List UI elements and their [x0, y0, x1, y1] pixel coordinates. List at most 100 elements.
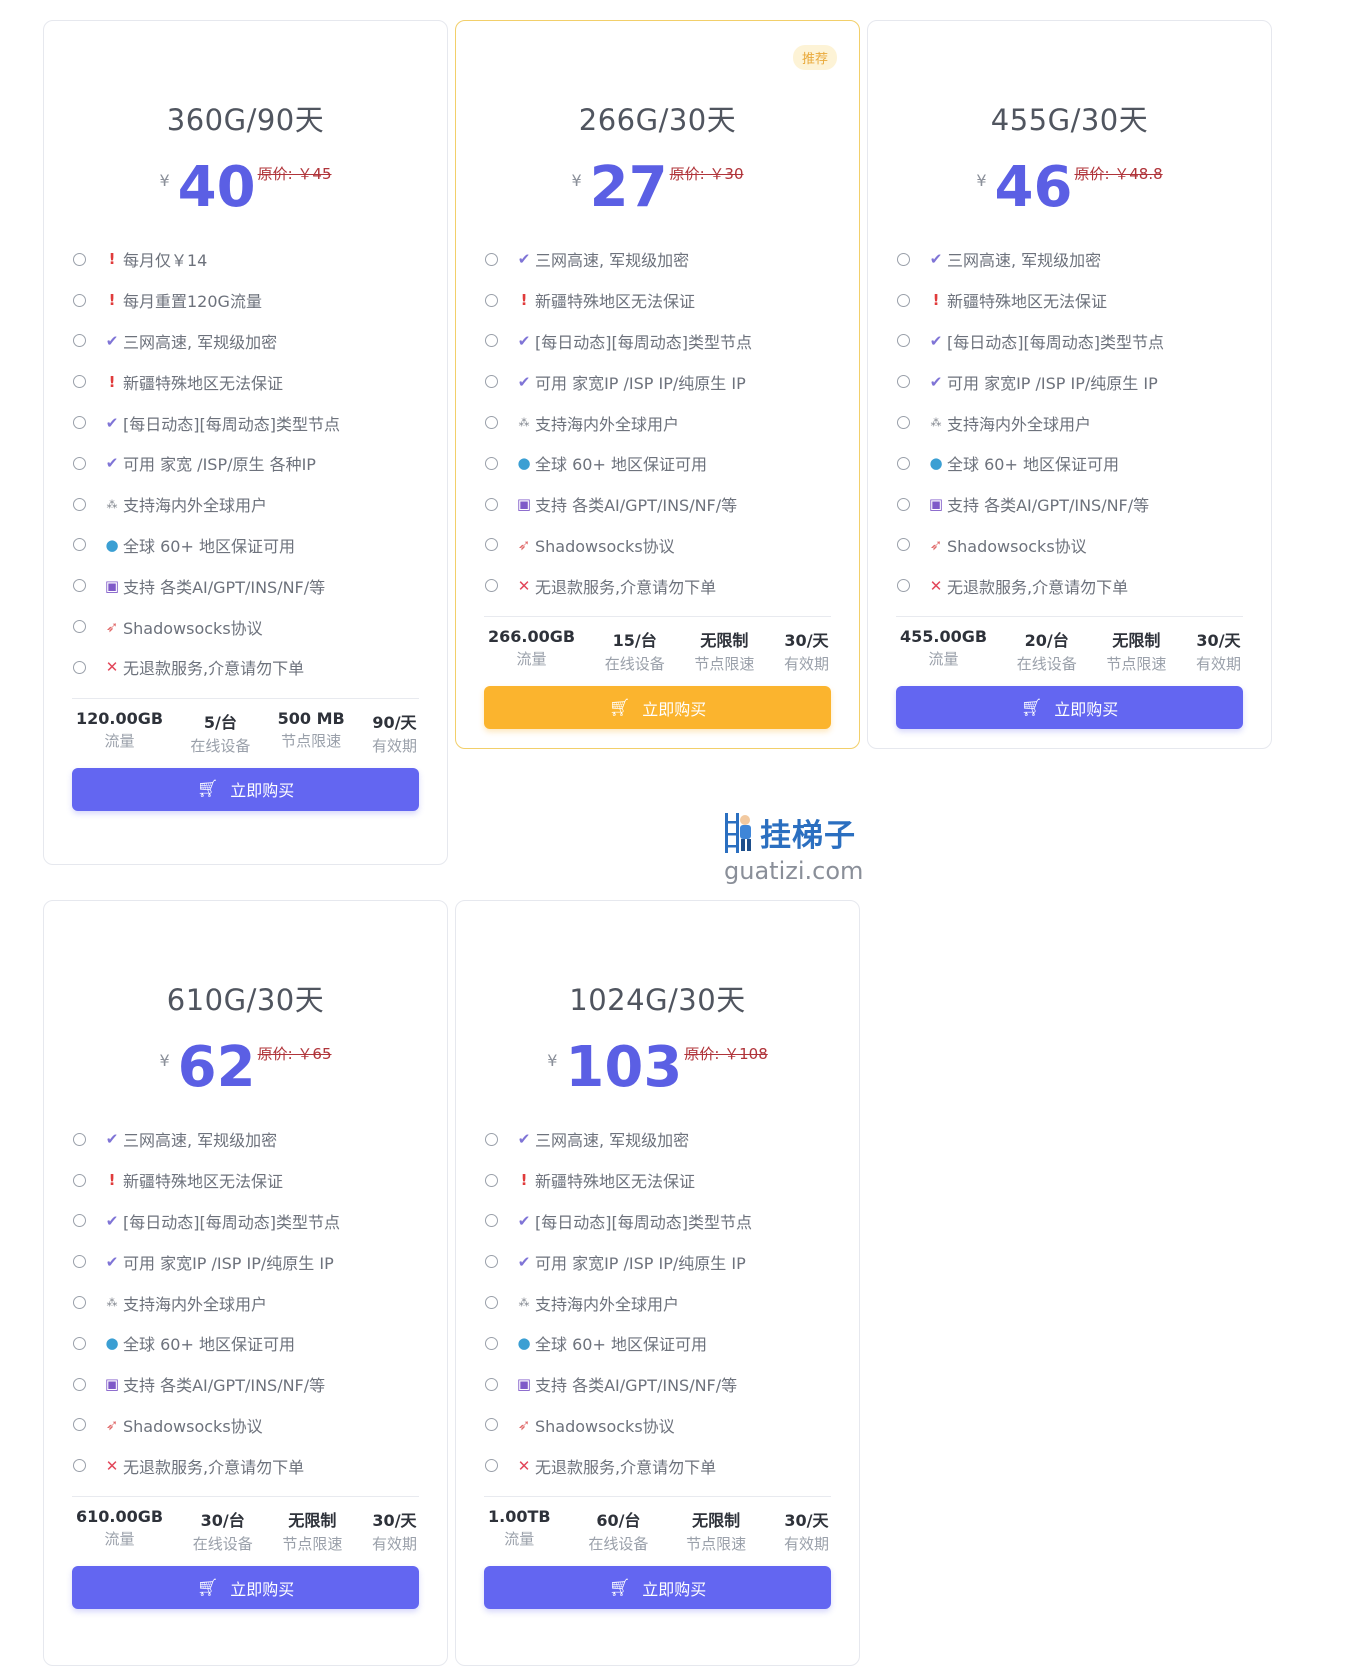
stat-devices: 30/台 在线设备 — [193, 1507, 253, 1554]
plan-title: 455G/30天 — [990, 103, 1149, 137]
feature-item: ✔ [每日动态][每周动态]类型节点 — [72, 1201, 419, 1242]
stat-traffic: 266.00GB 流量 — [488, 627, 575, 674]
bullet-icon — [73, 293, 86, 307]
bullet-icon — [897, 538, 910, 552]
feature-text: 全球 60+ 地区保证可用 — [535, 1335, 707, 1355]
bullet-icon — [73, 375, 86, 389]
feature-text: 三网高速, 军规级加密 — [535, 251, 690, 271]
stat-value: 无限制 — [692, 1511, 741, 1531]
buy-now-button[interactable]: 🛒︎ 立即购买 — [72, 1566, 419, 1610]
feature-list: ✔ 三网高速, 军规级加密 ! 新疆特殊地区无法保证 ✔ [每日动态][每周动态]类型… — [868, 239, 1271, 606]
stat-value: 无限制 — [1112, 631, 1161, 651]
feature-text: [每日动态][每周动态]类型节点 — [535, 1212, 752, 1232]
stat-value: 610.00GB — [76, 1507, 164, 1527]
original-price: 原价: ￥48.8 — [1074, 165, 1163, 183]
stat-label: 节点限速 — [281, 731, 342, 750]
feature-text: 三网高速, 军规级加密 — [535, 1131, 690, 1151]
feature-text: 新疆特殊地区无法保证 — [123, 373, 284, 393]
exclamation-icon: ! — [520, 291, 528, 310]
feature-item: ● 全球 60+ 地区保证可用 — [896, 443, 1243, 484]
feature-list: ! 每月仅￥14 ! 每月重置120G流量 ✔ 三网高速, 军规级加密 ! 新疆特殊地区… — [44, 239, 447, 688]
stat-value: 500 MB — [277, 708, 345, 728]
stat-traffic: 610.00GB 流量 — [76, 1507, 163, 1554]
plan-price: 27 — [589, 155, 668, 220]
feature-text: 新疆特殊地区无法保证 — [947, 292, 1108, 312]
feature-text: 支持 各类AI/GPT/INS/NF/等 — [947, 496, 1150, 516]
feature-text: 支持海内外全球用户 — [535, 414, 680, 434]
bullet-icon — [73, 497, 86, 511]
stat-speed-limit: 无限制 节点限速 — [1106, 627, 1166, 674]
globe-icon: ● — [929, 454, 943, 473]
buy-now-button[interactable]: 🛒︎ 立即购买 — [484, 686, 831, 730]
stat-validity: 30/天 有效期 — [784, 627, 829, 674]
feature-text: 全球 60+ 地区保证可用 — [123, 1335, 295, 1355]
feature-text: Shadowsocks协议 — [947, 536, 1087, 556]
check-icon: ✔ — [929, 250, 943, 269]
check-icon: ✔ — [517, 372, 531, 391]
robot-icon: ▣ — [104, 576, 120, 595]
stat-value: 20/台 — [1024, 631, 1069, 651]
original-price: 原价: ￥30 — [669, 165, 744, 183]
feature-item: ▣ 支持 各类AI/GPT/INS/NF/等 — [896, 484, 1243, 525]
feature-item: ✕ 无退款服务,介意请勿下单 — [484, 565, 831, 606]
buy-button-label: 立即购买 — [642, 1579, 707, 1599]
plan-card-266g: 推荐 266G/30天 ¥ 27 原价: ￥30 ✔ 三网高速, 军规级加密 ! 新… — [455, 20, 860, 749]
feature-text: 支持海内外全球用户 — [947, 414, 1092, 434]
plan-title: 610G/30天 — [166, 983, 325, 1017]
rocket-icon: ➶ — [929, 535, 943, 554]
feature-text: 新疆特殊地区无法保证 — [535, 292, 696, 312]
feature-text: 无退款服务,介意请勿下单 — [123, 659, 305, 679]
feature-item: ➶ Shadowsocks协议 — [484, 1405, 831, 1446]
stat-validity: 30/天 有效期 — [372, 1507, 417, 1554]
buy-button-label: 立即购买 — [1054, 699, 1119, 719]
bullet-icon — [485, 456, 498, 470]
bullet-icon — [73, 620, 86, 634]
feature-item: ! 新疆特殊地区无法保证 — [484, 280, 831, 321]
feature-item: ! 每月重置120G流量 — [72, 280, 419, 321]
feature-item: ✔ 可用 家宽 /ISP/原生 各种IP — [72, 443, 419, 484]
bullet-icon — [485, 579, 498, 593]
bullet-icon — [73, 660, 86, 674]
stat-value: 30/天 — [784, 631, 829, 651]
feature-text: 支持 各类AI/GPT/INS/NF/等 — [535, 1376, 738, 1396]
stat-label: 节点限速 — [694, 655, 755, 674]
exclamation-icon: ! — [520, 1171, 528, 1190]
buy-now-button[interactable]: 🛒︎ 立即购买 — [896, 686, 1243, 730]
buy-now-button[interactable]: 🛒︎ 立即购买 — [484, 1566, 831, 1610]
feature-text: 无退款服务,介意请勿下单 — [535, 577, 717, 597]
bullet-icon — [485, 497, 498, 511]
feature-item: ✔ [每日动态][每周动态]类型节点 — [72, 402, 419, 443]
currency-symbol: ¥ — [976, 171, 987, 190]
plan-card-455g: 455G/30天 ¥ 46 原价: ￥48.8 ✔ 三网高速, 军规级加密 ! 新疆… — [867, 20, 1272, 749]
feature-item: ⁂ 支持海内外全球用户 — [484, 1282, 831, 1323]
feature-text: 支持 各类AI/GPT/INS/NF/等 — [123, 577, 326, 597]
feature-item: ● 全球 60+ 地区保证可用 — [72, 525, 419, 566]
feature-text: 全球 60+ 地区保证可用 — [123, 536, 295, 556]
watermark-logo: 挂梯子 — [722, 810, 872, 855]
feature-text: 支持海内外全球用户 — [123, 496, 268, 516]
bullet-icon — [485, 293, 498, 307]
stat-label: 节点限速 — [1106, 655, 1167, 674]
rocket-icon: ➶ — [105, 617, 119, 636]
feature-item: ✔ 可用 家宽IP /ISP IP/纯原生 IP — [72, 1241, 419, 1282]
stat-value: 90/天 — [372, 712, 417, 732]
feature-list: ✔ 三网高速, 军规级加密 ! 新疆特殊地区无法保证 ✔ [每日动态][每周动态]类型… — [44, 1119, 447, 1486]
watermark: 挂梯子 guatizi.com — [722, 810, 872, 885]
feature-item: ▣ 支持 各类AI/GPT/INS/NF/等 — [72, 1364, 419, 1405]
bullet-icon — [897, 334, 910, 348]
stat-devices: 5/台 在线设备 — [190, 709, 250, 756]
feature-item: ➶ Shadowsocks协议 — [72, 606, 419, 647]
plan-card-1024g: 1024G/30天 ¥ 103 原价: ￥108 ✔ 三网高速, 军规级加密 ! 新… — [455, 900, 860, 1666]
buy-now-button[interactable]: 🛒︎ 立即购买 — [72, 767, 419, 811]
feature-item: ✔ [每日动态][每周动态]类型节点 — [896, 321, 1243, 362]
bullet-icon — [73, 1377, 86, 1391]
stat-value: 120.00GB — [76, 708, 164, 728]
watermark-brand: 挂梯子 — [760, 818, 856, 854]
divider — [484, 1496, 831, 1498]
feature-item: ! 每月仅￥14 — [72, 239, 419, 280]
bullet-icon — [73, 252, 86, 266]
feature-text: 可用 家宽IP /ISP IP/纯原生 IP — [535, 373, 746, 393]
stat-value: 15/台 — [612, 631, 657, 651]
bullet-icon — [485, 538, 498, 552]
stat-speed-limit: 500 MB 节点限速 — [278, 709, 345, 756]
